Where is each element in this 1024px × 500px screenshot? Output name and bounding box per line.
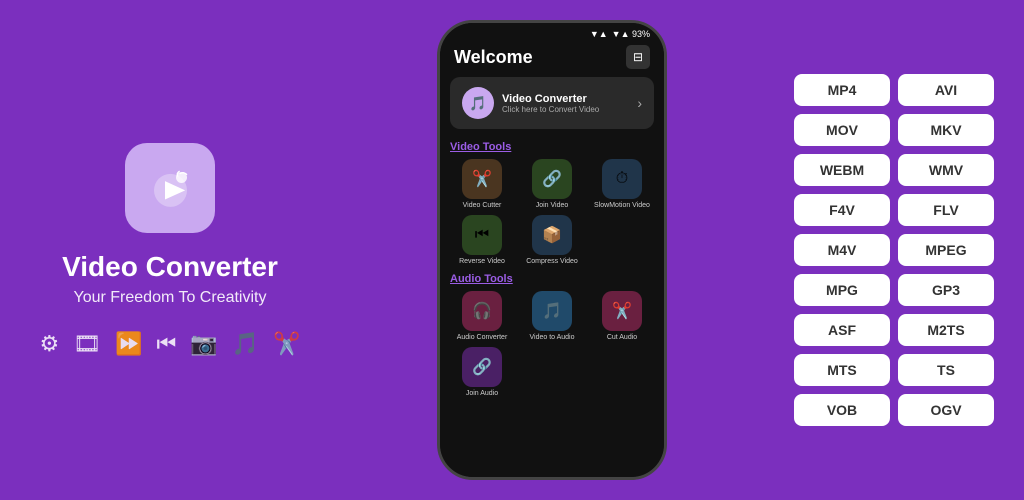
audio-tools-label: Audio Tools — [440, 271, 664, 291]
feature-icon-7: ✂️ — [273, 331, 300, 357]
format-btn-f4v[interactable]: F4V — [794, 194, 890, 226]
banner-arrow-icon: › — [637, 95, 642, 111]
format-btn-asf[interactable]: ASF — [794, 314, 890, 346]
tool-join-video[interactable]: 🔗 Join Video — [520, 159, 584, 209]
tool-label-join-audio: Join Audio — [466, 390, 498, 397]
tool-icon-slow-motion: ⏱ — [602, 159, 642, 199]
banner-left: 🎵 Video Converter Click here to Convert … — [462, 87, 599, 119]
video-tools-label: Video Tools — [440, 139, 664, 159]
tool-icon-audio-converter: 🎧 — [462, 291, 502, 331]
feature-icon-4: ⏮ — [157, 331, 177, 357]
tool-join-audio[interactable]: 🔗 Join Audio — [450, 347, 514, 397]
tool-icon-join-video: 🔗 — [532, 159, 572, 199]
format-btn-mpeg[interactable]: MPEG — [898, 234, 994, 266]
phone-menu-icon[interactable]: ⊟ — [626, 45, 650, 69]
tool-icon-compress-video: 📦 — [532, 215, 572, 255]
format-btn-mkv[interactable]: MKV — [898, 114, 994, 146]
app-icon — [125, 143, 215, 233]
status-bar: ▼▲ ▼▲ 93% — [440, 23, 664, 41]
tool-icon-join-audio: 🔗 — [462, 347, 502, 387]
format-btn-flv[interactable]: FLV — [898, 194, 994, 226]
tool-icon-video-cutter: ✂️ — [462, 159, 502, 199]
tool-icon-reverse-video: ⏮ — [462, 215, 502, 255]
format-btn-m2ts[interactable]: M2TS — [898, 314, 994, 346]
feature-icon-2: 🎞 — [73, 331, 101, 357]
banner-text: Video Converter Click here to Convert Vi… — [502, 93, 599, 114]
tool-slow-motion[interactable]: ⏱ SlowMotion Video — [590, 159, 654, 209]
format-btn-m4v[interactable]: M4V — [794, 234, 890, 266]
signal-icon: ▼▲ — [590, 29, 608, 39]
feature-icon-3: ⏩ — [115, 331, 142, 357]
app-subtitle: Your Freedom To Creativity — [74, 289, 267, 307]
tool-icon-video-to-audio: 🎵 — [532, 291, 572, 331]
banner-subtitle: Click here to Convert Video — [502, 105, 599, 114]
format-btn-webm[interactable]: WEBM — [794, 154, 890, 186]
format-btn-avi[interactable]: AVI — [898, 74, 994, 106]
tool-label-compress-video: Compress Video — [526, 258, 578, 265]
phone-header: Welcome ⊟ — [440, 41, 664, 77]
format-btn-ts[interactable]: TS — [898, 354, 994, 386]
feature-icon-1: ⚙ — [39, 331, 59, 357]
feature-icons-row: ⚙ 🎞 ⏩ ⏮ 📷 🎵 ✂️ — [39, 331, 300, 357]
banner-title: Video Converter — [502, 93, 599, 105]
tool-label-audio-converter: Audio Converter — [457, 334, 508, 341]
format-btn-mp4[interactable]: MP4 — [794, 74, 890, 106]
format-btn-wmv[interactable]: WMV — [898, 154, 994, 186]
tool-compress-video[interactable]: 📦 Compress Video — [520, 215, 584, 265]
tool-label-video-to-audio: Video to Audio — [529, 334, 574, 341]
format-btn-mts[interactable]: MTS — [794, 354, 890, 386]
app-title: Video Converter — [62, 251, 278, 283]
format-btn-mov[interactable]: MOV — [794, 114, 890, 146]
feature-icon-6: 🎵 — [232, 331, 259, 357]
tool-audio-converter[interactable]: 🎧 Audio Converter — [450, 291, 514, 341]
tool-video-to-audio[interactable]: 🎵 Video to Audio — [520, 291, 584, 341]
format-btn-vob[interactable]: VOB — [794, 394, 890, 426]
audio-tools-grid: 🎧 Audio Converter 🎵 Video to Audio ✂️ Cu… — [440, 291, 664, 403]
format-btn-mpg[interactable]: MPG — [794, 274, 890, 306]
tool-label-join-video: Join Video — [536, 202, 569, 209]
battery-icon: ▼▲ 93% — [612, 29, 650, 39]
tool-icon-cut-audio: ✂️ — [602, 291, 642, 331]
tool-label-video-cutter: Video Cutter — [463, 202, 502, 209]
phone-screen: ▼▲ ▼▲ 93% Welcome ⊟ 🎵 Video Converter Cl… — [440, 23, 664, 477]
format-btn-ogv[interactable]: OGV — [898, 394, 994, 426]
tool-label-slow-motion: SlowMotion Video — [594, 202, 650, 209]
video-converter-banner[interactable]: 🎵 Video Converter Click here to Convert … — [450, 77, 654, 129]
formats-grid: MP4AVIMOVMKVWEBMWMVF4VFLVM4VMPEGMPGGP3AS… — [794, 74, 994, 426]
tool-label-cut-audio: Cut Audio — [607, 334, 637, 341]
banner-icon: 🎵 — [462, 87, 494, 119]
format-btn-gp3[interactable]: GP3 — [898, 274, 994, 306]
tool-reverse-video[interactable]: ⏮ Reverse Video — [450, 215, 514, 265]
phone-welcome-title: Welcome — [454, 47, 533, 68]
tool-cut-audio[interactable]: ✂️ Cut Audio — [590, 291, 654, 341]
feature-icon-5: 📷 — [190, 331, 217, 357]
phone-mockup: ▼▲ ▼▲ 93% Welcome ⊟ 🎵 Video Converter Cl… — [437, 20, 667, 480]
left-section: Video Converter Your Freedom To Creativi… — [30, 143, 310, 357]
tool-video-cutter[interactable]: ✂️ Video Cutter — [450, 159, 514, 209]
tool-label-reverse-video: Reverse Video — [459, 258, 505, 265]
video-tools-grid: ✂️ Video Cutter 🔗 Join Video ⏱ SlowMotio… — [440, 159, 664, 271]
